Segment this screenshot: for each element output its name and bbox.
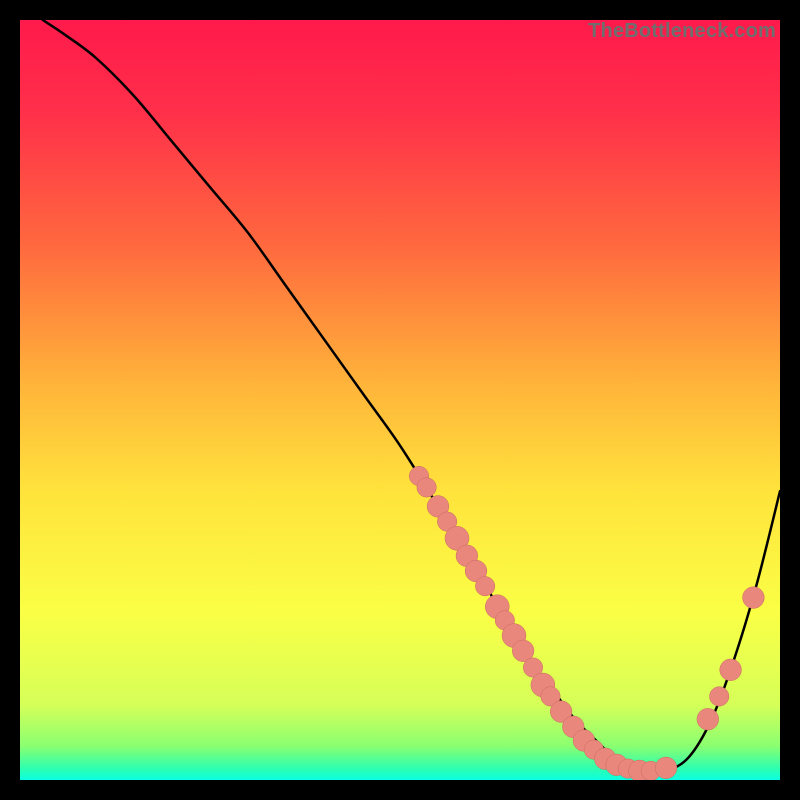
data-point <box>655 757 677 779</box>
chart-frame: TheBottleneck.com <box>20 20 780 780</box>
data-point <box>417 478 436 497</box>
chart-svg <box>20 20 780 780</box>
data-point <box>697 708 719 730</box>
data-point <box>743 587 765 609</box>
data-point <box>710 687 729 706</box>
gradient-background <box>20 20 780 780</box>
data-point <box>720 659 742 681</box>
data-point <box>475 577 494 596</box>
watermark-text: TheBottleneck.com <box>588 20 776 43</box>
